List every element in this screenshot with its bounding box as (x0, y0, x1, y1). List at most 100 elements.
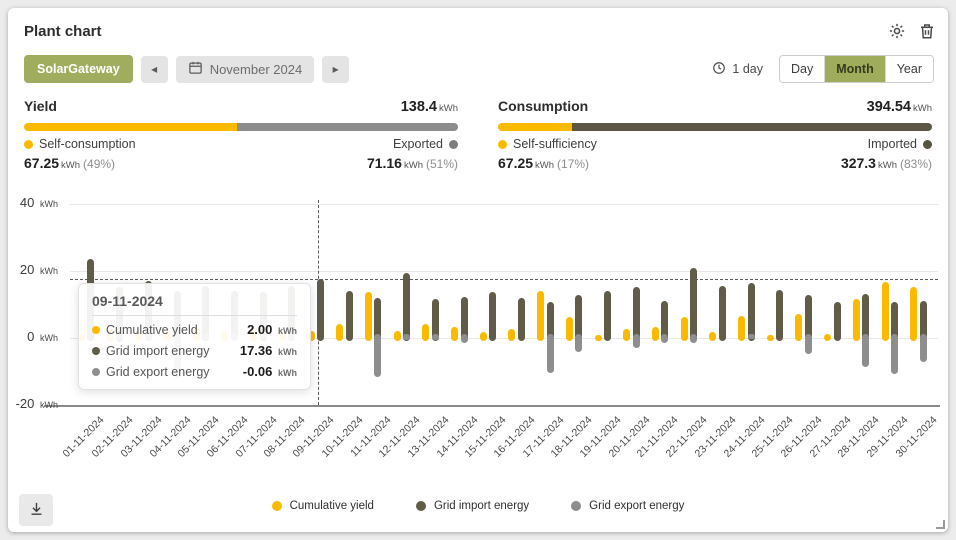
bar-chart[interactable]: 40 kWh20 kWh0 kWh-20 kWh01-11-202402-11-… (8, 8, 948, 532)
x-axis-label: 15-11-2024 (463, 414, 509, 460)
chevron-left-icon: ◂ (151, 62, 157, 76)
bar-cumulative-yield[interactable] (824, 334, 831, 341)
bar-cumulative-yield[interactable] (566, 317, 573, 341)
bar-cumulative-yield[interactable] (882, 282, 889, 341)
bar-grid-export[interactable] (661, 334, 668, 343)
bar-cumulative-yield[interactable] (738, 316, 745, 342)
page-title: Plant chart (24, 23, 102, 40)
tab-day[interactable]: Day (780, 56, 824, 82)
bar-grid-import[interactable] (661, 301, 668, 342)
bar-grid-import[interactable] (891, 302, 898, 341)
x-axis-label: 11-11-2024 (349, 414, 394, 459)
bar-grid-export[interactable] (547, 334, 554, 374)
x-axis-label: 05-11-2024 (176, 414, 222, 460)
bar-cumulative-yield[interactable] (422, 324, 429, 341)
legend-item[interactable]: Grid export energy (571, 500, 684, 512)
bar-grid-export[interactable] (461, 334, 468, 343)
trash-icon[interactable] (918, 22, 936, 40)
bar-grid-import[interactable] (748, 283, 755, 341)
x-axis-label: 09-11-2024 (291, 414, 337, 460)
bar-cumulative-yield[interactable] (623, 329, 630, 341)
date-picker-button[interactable]: November 2024 (176, 56, 315, 83)
yield-bar-rest (237, 123, 458, 131)
bar-cumulative-yield[interactable] (652, 327, 659, 342)
bar-grid-import[interactable] (834, 302, 841, 342)
y-axis-tick: 20 kWh (8, 262, 58, 277)
bar-grid-import[interactable] (489, 292, 496, 341)
bar-grid-import[interactable] (374, 298, 381, 341)
legend-dot-icon (272, 501, 282, 511)
bar-grid-import[interactable] (518, 298, 525, 341)
bar-grid-export[interactable] (432, 334, 439, 341)
bar-grid-import[interactable] (461, 297, 468, 341)
bar-grid-import[interactable] (317, 279, 324, 341)
bar-grid-import[interactable] (403, 273, 410, 341)
clock-icon (712, 61, 726, 78)
bar-grid-import[interactable] (690, 268, 697, 341)
self-sufficiency-label: Self-sufficiency (498, 137, 597, 151)
bar-grid-import[interactable] (575, 295, 582, 342)
bar-grid-import[interactable] (719, 286, 726, 341)
bar-grid-import[interactable] (604, 291, 611, 342)
yield-title: Yield (24, 98, 57, 114)
bar-grid-import[interactable] (432, 299, 439, 342)
bar-grid-import[interactable] (920, 301, 927, 341)
legend-item[interactable]: Grid import energy (416, 500, 529, 512)
bar-cumulative-yield[interactable] (709, 332, 716, 341)
x-axis-label: 03-11-2024 (118, 414, 164, 460)
tab-month[interactable]: Month (824, 56, 884, 82)
yield-total: 138.4kWh (401, 98, 458, 116)
bar-grid-export[interactable] (690, 334, 697, 343)
plant-chart-card: Plant chart SolarGateway ◂ (8, 8, 948, 532)
bar-grid-export[interactable] (374, 334, 381, 378)
consumption-title: Consumption (498, 98, 588, 114)
bar-cumulative-yield[interactable] (537, 291, 544, 342)
bar-cumulative-yield[interactable] (336, 324, 343, 341)
bar-cumulative-yield[interactable] (480, 332, 487, 341)
resize-handle-icon[interactable] (936, 520, 945, 529)
crosshair-horizontal (70, 279, 938, 280)
bar-grid-import[interactable] (346, 291, 353, 342)
bar-cumulative-yield[interactable] (910, 287, 917, 342)
view-toggle: Day Month Year (779, 55, 934, 83)
bar-grid-import[interactable] (776, 290, 783, 342)
bar-cumulative-yield[interactable] (365, 292, 372, 342)
bar-cumulative-yield[interactable] (394, 331, 401, 342)
self-sufficiency-dot-icon (498, 140, 507, 149)
consumption-bar-fill (498, 123, 572, 131)
bar-grid-export[interactable] (748, 334, 755, 340)
x-axis-label: 17-11-2024 (520, 414, 566, 460)
bar-cumulative-yield[interactable] (451, 327, 458, 341)
x-axis-label: 13-11-2024 (405, 414, 451, 460)
x-axis-label: 25-11-2024 (750, 414, 796, 460)
bar-grid-export[interactable] (805, 334, 812, 354)
bar-grid-export[interactable] (633, 334, 640, 348)
next-period-button[interactable]: ▸ (322, 56, 349, 83)
bar-grid-import[interactable] (633, 287, 640, 342)
bar-grid-export[interactable] (891, 334, 898, 375)
bar-grid-export[interactable] (862, 334, 869, 368)
series-dot-icon (92, 347, 100, 355)
legend-item[interactable]: Cumulative yield (272, 500, 374, 512)
gateway-button[interactable]: SolarGateway (24, 55, 133, 83)
legend-dot-icon (571, 501, 581, 511)
self-consumption-dot-icon (24, 140, 33, 149)
bar-cumulative-yield[interactable] (795, 314, 802, 341)
bar-grid-import[interactable] (547, 302, 554, 341)
settings-gear-icon[interactable] (888, 22, 906, 40)
interval-indicator: 1 day (712, 61, 763, 78)
bar-grid-export[interactable] (403, 334, 410, 340)
bar-cumulative-yield[interactable] (508, 329, 515, 341)
bar-cumulative-yield[interactable] (681, 317, 688, 341)
prev-period-button[interactable]: ◂ (141, 56, 168, 83)
bar-grid-import[interactable] (805, 295, 812, 342)
bar-grid-import[interactable] (862, 294, 869, 342)
interval-label: 1 day (732, 62, 763, 76)
bar-cumulative-yield[interactable] (853, 299, 860, 342)
x-axis-label: 27-11-2024 (807, 414, 853, 460)
bar-grid-export[interactable] (920, 334, 927, 363)
bar-cumulative-yield[interactable] (767, 335, 774, 342)
tab-year[interactable]: Year (885, 56, 933, 82)
bar-grid-export[interactable] (575, 334, 582, 353)
bar-cumulative-yield[interactable] (595, 335, 602, 341)
